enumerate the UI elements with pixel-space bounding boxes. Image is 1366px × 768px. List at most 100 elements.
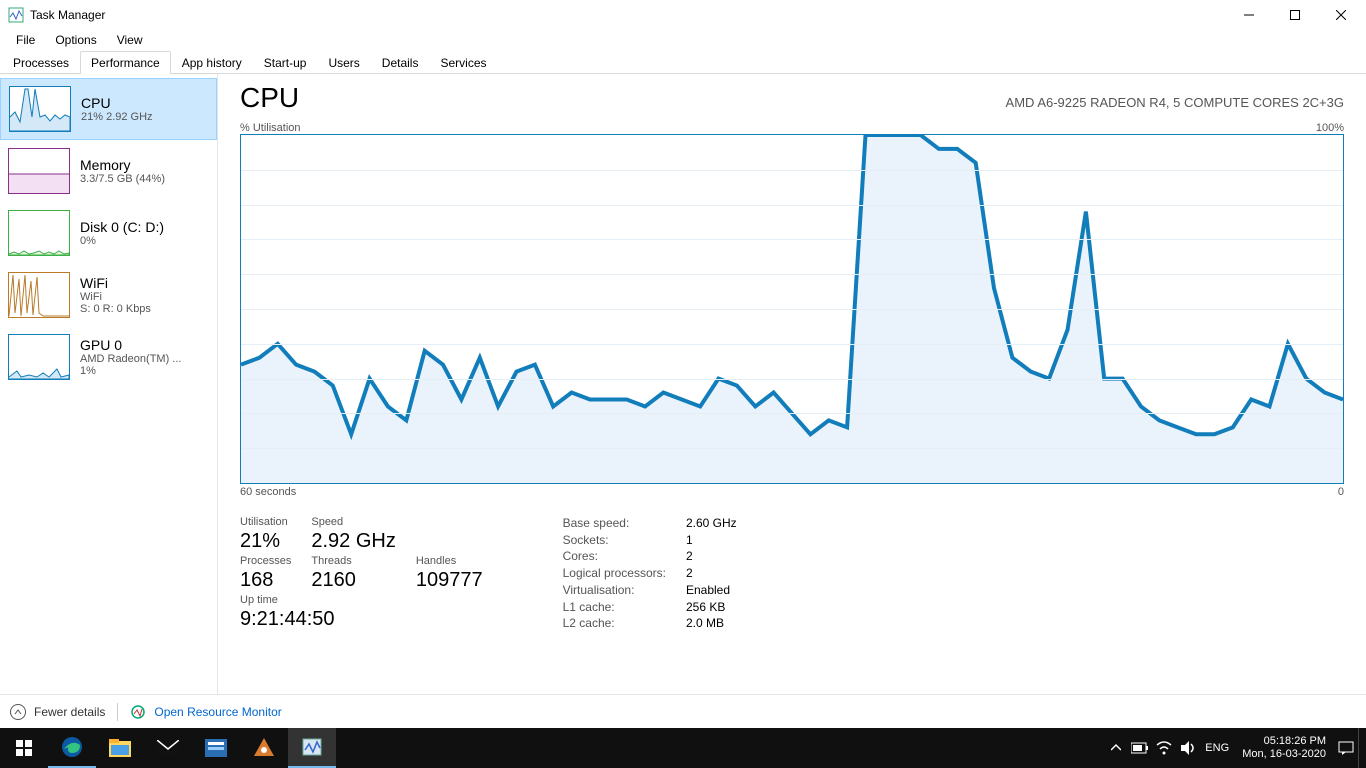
taskbar-app-generic2[interactable] [240, 728, 288, 768]
sidebar-item-sub: 21% 2.92 GHz [81, 111, 153, 123]
footer-bar: Fewer details Open Resource Monitor [0, 694, 1366, 728]
cores-value: 2 [686, 549, 737, 564]
tab-strip: Processes Performance App history Start-… [0, 50, 1366, 74]
cpu-stats-secondary: Base speed: 2.60 GHz Sockets: 1 Cores: 2… [563, 516, 737, 631]
uptime-value: 9:21:44:50 [240, 608, 483, 631]
l1-label: L1 cache: [563, 600, 666, 615]
window-title: Task Manager [30, 8, 1226, 22]
disk-thumbnail [8, 210, 70, 256]
sidebar-item-wifi[interactable]: WiFi WiFi S: 0 R: 0 Kbps [0, 264, 217, 326]
sidebar-item-label: CPU [81, 95, 153, 111]
uptime-label: Up time [240, 594, 483, 606]
taskbar-app-generic1[interactable] [192, 728, 240, 768]
sidebar-item-cpu[interactable]: CPU 21% 2.92 GHz [0, 78, 217, 140]
tray-date: Mon, 16-03-2020 [1242, 748, 1326, 761]
sidebar-item-sub: AMD Radeon(TM) ... [80, 353, 181, 365]
memory-thumbnail [8, 148, 70, 194]
sidebar-item-sub: 0% [80, 235, 164, 247]
window-minimize-button[interactable] [1226, 0, 1272, 30]
handles-value: 109777 [416, 569, 483, 592]
tray-time: 05:18:26 PM [1242, 735, 1326, 748]
tray-volume-icon[interactable] [1176, 728, 1200, 768]
taskbar-app-task-manager[interactable] [288, 728, 336, 768]
processes-value: 168 [240, 569, 291, 592]
threads-value: 2160 [311, 569, 395, 592]
taskbar-app-mail[interactable] [144, 728, 192, 768]
processes-label: Processes [240, 555, 291, 567]
chevron-up-icon[interactable] [10, 704, 26, 720]
window-maximize-button[interactable] [1272, 0, 1318, 30]
fewer-details-link[interactable]: Fewer details [34, 705, 105, 719]
virt-label: Virtualisation: [563, 583, 666, 598]
handles-label: Handles [416, 555, 483, 567]
menu-view[interactable]: View [107, 31, 153, 49]
utilisation-label: Utilisation [240, 516, 291, 528]
tray-clock[interactable]: 05:18:26 PM Mon, 16-03-2020 [1234, 735, 1334, 761]
sidebar-item-disk0[interactable]: Disk 0 (C: D:) 0% [0, 202, 217, 264]
sidebar-item-sub2: 1% [80, 365, 181, 377]
cpu-model: AMD A6-9225 RADEON R4, 5 COMPUTE CORES 2… [1006, 95, 1344, 110]
base-speed-label: Base speed: [563, 516, 666, 531]
cpu-stats-primary: Utilisation Speed 21% 2.92 GHz Processes… [240, 516, 483, 631]
l2-value: 2.0 MB [686, 616, 737, 631]
menubar: File Options View [0, 30, 1366, 50]
l2-label: L2 cache: [563, 616, 666, 631]
windows-taskbar: ENG 05:18:26 PM Mon, 16-03-2020 [0, 728, 1366, 768]
cores-label: Cores: [563, 549, 666, 564]
chart-x-left: 60 seconds [240, 486, 296, 498]
show-desktop-button[interactable] [1358, 728, 1364, 768]
tab-app-history[interactable]: App history [171, 51, 253, 74]
performance-content: CPU AMD A6-9225 RADEON R4, 5 COMPUTE COR… [218, 74, 1366, 694]
tab-users[interactable]: Users [317, 51, 370, 74]
performance-sidebar: CPU 21% 2.92 GHz Memory 3.3/7.5 GB (44%)… [0, 74, 218, 694]
tab-start-up[interactable]: Start-up [253, 51, 318, 74]
tray-action-center-icon[interactable] [1334, 728, 1358, 768]
sidebar-item-sub: 3.3/7.5 GB (44%) [80, 173, 165, 185]
wifi-thumbnail [8, 272, 70, 318]
tray-overflow-icon[interactable] [1104, 728, 1128, 768]
titlebar: Task Manager [0, 0, 1366, 30]
footer-divider [117, 703, 118, 721]
tab-performance[interactable]: Performance [80, 51, 171, 74]
sockets-label: Sockets: [563, 533, 666, 548]
base-speed-value: 2.60 GHz [686, 516, 737, 531]
sidebar-item-gpu0[interactable]: GPU 0 AMD Radeon(TM) ... 1% [0, 326, 217, 388]
tray-wifi-icon[interactable] [1152, 728, 1176, 768]
chart-y-label: % Utilisation [240, 122, 301, 134]
tray-battery-icon[interactable] [1128, 728, 1152, 768]
logical-label: Logical processors: [563, 566, 666, 581]
logical-value: 2 [686, 566, 737, 581]
resource-monitor-icon [130, 704, 146, 720]
virt-value: Enabled [686, 583, 737, 598]
tab-details[interactable]: Details [371, 51, 430, 74]
menu-file[interactable]: File [6, 31, 45, 49]
open-resource-monitor-link[interactable]: Open Resource Monitor [154, 705, 281, 719]
speed-label: Speed [311, 516, 395, 528]
sidebar-item-label: Disk 0 (C: D:) [80, 219, 164, 235]
tab-processes[interactable]: Processes [2, 51, 80, 74]
sidebar-item-label: GPU 0 [80, 337, 181, 353]
taskbar-app-edge[interactable] [48, 728, 96, 768]
window-controls [1226, 0, 1364, 30]
sidebar-item-memory[interactable]: Memory 3.3/7.5 GB (44%) [0, 140, 217, 202]
tab-services[interactable]: Services [429, 51, 497, 74]
taskbar-app-explorer[interactable] [96, 728, 144, 768]
chart-y-max: 100% [1316, 122, 1344, 134]
cpu-utilisation-chart[interactable] [240, 134, 1344, 484]
tray-language[interactable]: ENG [1200, 728, 1234, 768]
menu-options[interactable]: Options [45, 31, 106, 49]
sockets-value: 1 [686, 533, 737, 548]
utilisation-value: 21% [240, 530, 291, 553]
chart-x-right: 0 [1338, 486, 1344, 498]
threads-label: Threads [311, 555, 395, 567]
sidebar-item-label: Memory [80, 157, 165, 173]
page-title: CPU [240, 82, 1006, 114]
sidebar-item-sub: WiFi [80, 291, 151, 303]
gpu-thumbnail [8, 334, 70, 380]
window-close-button[interactable] [1318, 0, 1364, 30]
task-manager-app-icon [8, 7, 24, 23]
l1-value: 256 KB [686, 600, 737, 615]
sidebar-item-sub2: S: 0 R: 0 Kbps [80, 303, 151, 315]
cpu-thumbnail [9, 86, 71, 132]
start-button[interactable] [0, 728, 48, 768]
